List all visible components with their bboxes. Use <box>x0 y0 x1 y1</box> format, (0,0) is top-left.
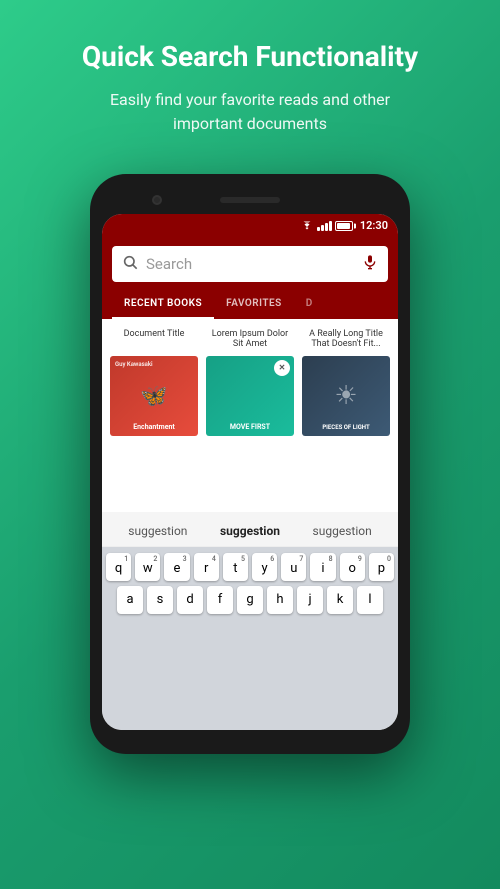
book-item[interactable]: A Really Long Title That Doesn't Fit... … <box>302 329 390 436</box>
book-cover: ✕ MOVE FIRST <box>206 356 294 436</box>
key-y[interactable]: 6y <box>252 553 277 581</box>
keyboard-row-1: 1q 2w 3e 4r 5t 6y 7u 8i 9o 0p <box>106 553 394 581</box>
phone-frame: 12:30 Search <box>90 174 410 754</box>
phone-top-bar <box>102 186 398 214</box>
tab-recent-books[interactable]: RECENT BOOKS <box>112 290 214 319</box>
key-r[interactable]: 4r <box>194 553 219 581</box>
signal-bars-icon <box>317 221 332 231</box>
status-bar: 12:30 <box>102 214 398 238</box>
key-s[interactable]: s <box>147 586 173 614</box>
key-f[interactable]: f <box>207 586 233 614</box>
key-w[interactable]: 2w <box>135 553 160 581</box>
books-content: Document Title Guy Kawasaki 🦋 Enchantmen… <box>102 319 398 512</box>
suggestions-row: suggestion suggestion suggestion <box>102 512 398 547</box>
phone-mockup: 12:30 Search <box>90 174 410 754</box>
header-section: Quick Search Functionality Easily find y… <box>50 0 450 156</box>
search-box[interactable]: Search <box>112 246 388 282</box>
keyboard: 1q 2w 3e 4r 5t 6y 7u 8i 9o 0p a s d f g <box>102 547 398 730</box>
keyboard-row-2: a s d f g h j k l <box>106 586 394 614</box>
key-k[interactable]: k <box>327 586 353 614</box>
key-g[interactable]: g <box>237 586 263 614</box>
key-i[interactable]: 8i <box>310 553 335 581</box>
suggestion-item[interactable]: suggestion <box>128 524 187 538</box>
key-e[interactable]: 3e <box>164 553 189 581</box>
status-time: 12:30 <box>360 219 388 232</box>
key-u[interactable]: 7u <box>281 553 306 581</box>
book-item[interactable]: Document Title Guy Kawasaki 🦋 Enchantmen… <box>110 329 198 436</box>
key-t[interactable]: 5t <box>223 553 248 581</box>
books-grid: Document Title Guy Kawasaki 🦋 Enchantmen… <box>110 329 390 436</box>
book-item[interactable]: Lorem Ipsum Dolor Sit Amet ✕ MOVE FIRST <box>206 329 294 436</box>
status-icons: 12:30 <box>300 219 388 232</box>
phone-speaker <box>220 197 280 203</box>
search-placeholder[interactable]: Search <box>146 255 354 273</box>
key-j[interactable]: j <box>297 586 323 614</box>
key-d[interactable]: d <box>177 586 203 614</box>
key-p[interactable]: 0p <box>369 553 394 581</box>
app-bar: Search <box>102 238 398 290</box>
tabs-bar: RECENT BOOKS FAVORITES D <box>102 290 398 319</box>
suggestion-item-bold[interactable]: suggestion <box>220 524 280 538</box>
new-badge: ✕ <box>274 360 290 376</box>
book-cover: Guy Kawasaki 🦋 Enchantment <box>110 356 198 436</box>
key-o[interactable]: 9o <box>340 553 365 581</box>
key-q[interactable]: 1q <box>106 553 131 581</box>
book-title: Document Title <box>124 329 185 351</box>
page-subtitle: Easily find your favorite reads and othe… <box>80 88 420 136</box>
suggestion-item[interactable]: suggestion <box>313 524 372 538</box>
wifi-icon <box>300 221 314 231</box>
battery-icon <box>335 221 353 231</box>
page-title: Quick Search Functionality <box>80 40 420 74</box>
tab-favorites[interactable]: FAVORITES <box>214 290 294 319</box>
key-h[interactable]: h <box>267 586 293 614</box>
phone-camera <box>152 195 162 205</box>
phone-screen: 12:30 Search <box>102 214 398 730</box>
book-cover: ☀ PIECES OF LIGHT <box>302 356 390 436</box>
key-l[interactable]: l <box>357 586 383 614</box>
book-title: Lorem Ipsum Dolor Sit Amet <box>206 329 294 351</box>
mic-icon[interactable] <box>362 254 378 274</box>
tab-partial[interactable]: D <box>294 290 325 319</box>
key-a[interactable]: a <box>117 586 143 614</box>
search-icon <box>122 254 138 274</box>
book-title: A Really Long Title That Doesn't Fit... <box>302 329 390 351</box>
